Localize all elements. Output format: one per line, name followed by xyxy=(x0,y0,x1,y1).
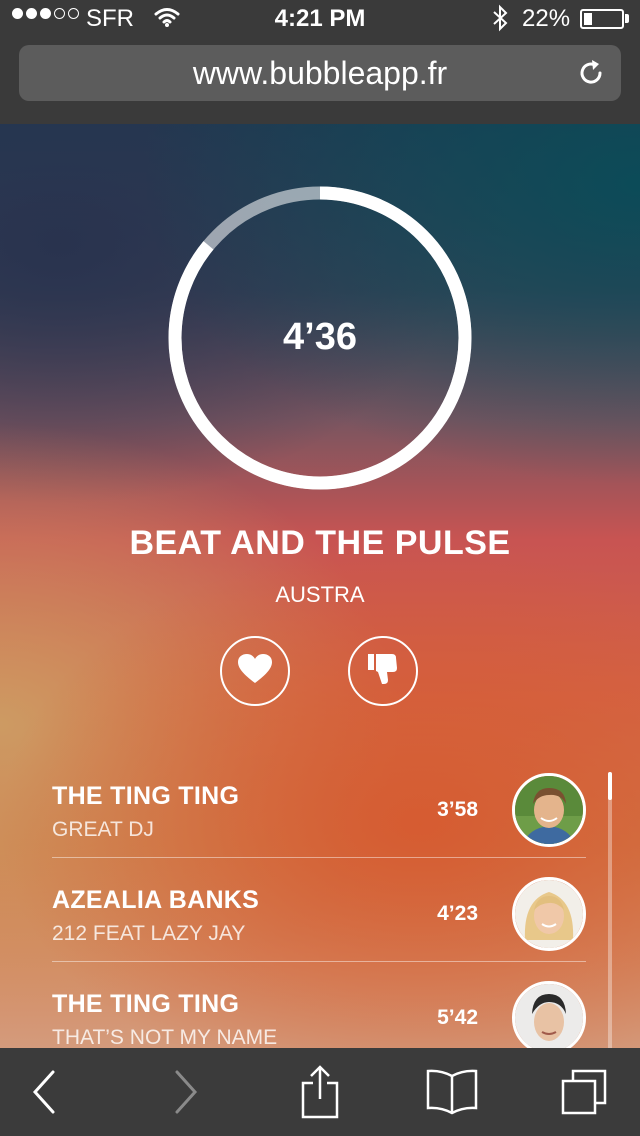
queue-item-track: GREAT DJ xyxy=(52,818,154,841)
status-bar: SFR 4:21 PM 22% xyxy=(0,0,640,40)
like-button[interactable] xyxy=(220,636,290,706)
avatar xyxy=(512,877,586,951)
address-bar[interactable]: www.bubbleapp.fr xyxy=(19,45,621,101)
heart-icon xyxy=(237,653,273,690)
scrollbar-thumb[interactable] xyxy=(608,772,612,800)
battery-icon xyxy=(580,9,624,29)
avatar xyxy=(512,773,586,847)
dislike-button[interactable] xyxy=(348,636,418,706)
queue-item-duration: 4’23 xyxy=(437,902,478,925)
queue-item-artist: THE TING TING xyxy=(52,990,240,1018)
scrollbar-track[interactable] xyxy=(608,772,612,1048)
share-icon xyxy=(299,1064,341,1124)
chevron-right-icon xyxy=(171,1069,201,1120)
queue-item-artist: THE TING TING xyxy=(52,782,240,810)
queue-item[interactable]: THE TING TING GREAT DJ 3’58 xyxy=(52,754,586,858)
queue-item[interactable]: AZEALIA BANKS 212 FEAT LAZY JAY 4’23 xyxy=(52,858,586,962)
time-remaining: 4’36 xyxy=(283,316,357,358)
queue-item-track: THAT’S NOT MY NAME xyxy=(52,1026,278,1048)
book-icon xyxy=(425,1068,479,1121)
player-view: 4’36 BEAT AND THE PULSE AUSTRA THE TING … xyxy=(0,124,640,1048)
queue-item-duration: 3’58 xyxy=(437,798,478,821)
queue-item-artist: AZEALIA BANKS xyxy=(52,886,260,914)
back-button[interactable] xyxy=(16,1066,72,1122)
battery-tip xyxy=(625,14,629,23)
share-button[interactable] xyxy=(292,1064,348,1124)
url-text[interactable]: www.bubbleapp.fr xyxy=(19,55,621,92)
bookmarks-button[interactable] xyxy=(424,1066,480,1122)
browser-address-area: www.bubbleapp.fr xyxy=(0,40,640,124)
battery-percentage: 22% xyxy=(522,5,571,32)
song-artist: AUSTRA xyxy=(275,582,365,607)
avatar xyxy=(512,981,586,1048)
queue-item[interactable]: THE TING TING THAT’S NOT MY NAME 5’42 xyxy=(52,962,586,1048)
queue-item-track: 212 FEAT LAZY JAY xyxy=(52,922,246,945)
queue-item-duration: 5’42 xyxy=(437,1006,478,1029)
bluetooth-icon xyxy=(492,4,508,39)
song-title: BEAT AND THE PULSE xyxy=(129,524,511,562)
thumbs-down-icon xyxy=(366,652,400,691)
tabs-button[interactable] xyxy=(556,1066,612,1122)
browser-toolbar xyxy=(0,1048,640,1136)
forward-button[interactable] xyxy=(158,1066,214,1122)
reload-icon[interactable] xyxy=(575,57,607,89)
tabs-icon xyxy=(559,1067,609,1122)
chevron-left-icon xyxy=(29,1069,59,1120)
